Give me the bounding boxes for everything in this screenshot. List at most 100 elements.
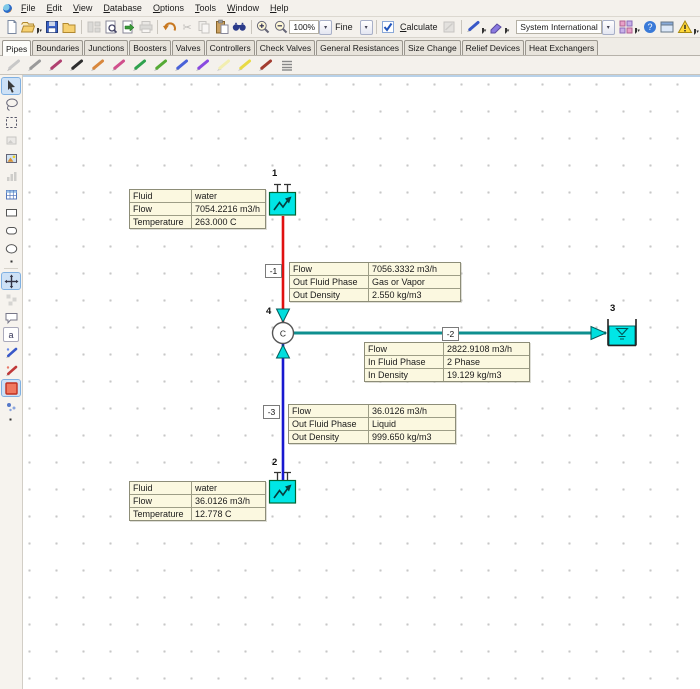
pen-gray-icon[interactable] [26, 58, 43, 73]
eraser-icon[interactable] [488, 19, 511, 36]
node-1-data-table[interactable]: Fluidwater Flow7054.2216 m3/h Temperatur… [129, 189, 266, 229]
pen-list-icon[interactable] [278, 58, 295, 73]
tab-controllers[interactable]: Controllers [206, 40, 255, 55]
calculate-button[interactable]: Calculate [397, 22, 441, 32]
select-cursor-icon[interactable] [2, 78, 20, 94]
grid-options-icon[interactable] [618, 19, 641, 36]
align-icon[interactable] [2, 291, 20, 307]
table-icon[interactable] [2, 186, 20, 202]
zoom-level-select[interactable]: 100% [289, 20, 319, 34]
menu-edit[interactable]: Edit [42, 2, 68, 14]
tab-heat-exchangers[interactable]: Heat Exchangers [525, 40, 598, 55]
node-4-label[interactable]: 4 [266, 306, 271, 317]
tab-pipes[interactable]: Pipes [2, 40, 31, 56]
draw-pen-icon[interactable] [465, 19, 488, 36]
menu-database[interactable]: Database [98, 2, 147, 14]
pen-silver-icon[interactable] [5, 58, 22, 73]
pipe-3-data-table[interactable]: Flow36.0126 m3/h Out Fluid PhaseLiquid O… [288, 404, 456, 444]
draw-pen-red-icon[interactable] [2, 362, 20, 378]
quality-dropdown-icon[interactable] [360, 20, 373, 35]
pipe-2-data-table[interactable]: Flow2822.9108 m3/h In Fluid Phase2 Phase… [364, 342, 530, 382]
menu-view[interactable]: View [68, 2, 97, 14]
paste-icon[interactable] [213, 19, 230, 36]
cut-icon[interactable] [179, 19, 196, 36]
results-icon[interactable] [440, 19, 457, 36]
warnings-icon[interactable] [676, 19, 693, 36]
pipe-2-label[interactable]: -2 [442, 327, 459, 341]
point-icon[interactable] [2, 258, 20, 264]
tab-junctions[interactable]: Junctions [84, 40, 128, 55]
pen-orange-icon[interactable] [89, 58, 106, 73]
node-3-label[interactable]: 3 [610, 303, 615, 314]
print-preview-icon[interactable] [102, 19, 119, 36]
image-small-icon[interactable] [2, 132, 20, 148]
lasso-icon[interactable] [2, 96, 20, 112]
menu-options[interactable]: Options [148, 2, 189, 14]
pen-crimson-icon[interactable] [47, 58, 64, 73]
eraser-dropdown-icon[interactable] [505, 28, 511, 34]
point-small-icon[interactable] [2, 416, 20, 422]
zoom-level-dropdown-icon[interactable] [319, 20, 332, 35]
pen-yellow-icon[interactable] [236, 58, 253, 73]
help-icon[interactable]: ? [641, 19, 658, 36]
undo-icon[interactable] [161, 19, 178, 36]
tank-node-3[interactable] [608, 319, 636, 346]
boundary-node-1[interactable] [270, 185, 296, 216]
pipe-3-label[interactable]: -3 [263, 405, 280, 419]
node-1-label[interactable]: 1 [272, 168, 277, 179]
menu-help[interactable]: Help [265, 2, 294, 14]
pen-violet-icon[interactable] [194, 58, 211, 73]
pen-green-icon[interactable] [131, 58, 148, 73]
node-2-label[interactable]: 2 [272, 457, 277, 468]
find-icon[interactable] [230, 19, 247, 36]
chart-icon[interactable] [2, 168, 20, 184]
menu-window[interactable]: Window [222, 2, 264, 14]
node-2-data-table[interactable]: Fluidwater Flow36.0126 m3/h Temperature1… [129, 481, 266, 521]
tab-boundaries[interactable]: Boundaries [32, 40, 83, 55]
color-swatch-icon[interactable] [2, 380, 20, 396]
rectangle-icon[interactable] [2, 204, 20, 220]
pipe-1-label[interactable]: -1 [265, 264, 282, 278]
move-icon[interactable] [2, 273, 20, 289]
group-points-icon[interactable] [2, 398, 20, 414]
save-icon[interactable] [43, 19, 60, 36]
pipe-1-data-table[interactable]: Flow7056.3332 m3/h Out Fluid PhaseGas or… [289, 262, 461, 302]
selection-frame-icon[interactable] [2, 114, 20, 130]
tab-check-valves[interactable]: Check Valves [256, 40, 315, 55]
junction-node-4[interactable]: C [273, 323, 294, 344]
copy-icon[interactable] [196, 19, 213, 36]
pen-pink-icon[interactable] [110, 58, 127, 73]
print-icon[interactable] [137, 19, 154, 36]
menu-tools[interactable]: Tools [190, 2, 221, 14]
zoom-in-icon[interactable] [255, 19, 272, 36]
warnings-dropdown-icon[interactable] [694, 29, 700, 35]
new-icon[interactable] [3, 19, 20, 36]
tab-general-resistances[interactable]: General Resistances [316, 40, 403, 55]
comment-icon[interactable] [2, 309, 20, 325]
menu-file[interactable]: File [16, 2, 41, 14]
tab-relief-devices[interactable]: Relief Devices [462, 40, 524, 55]
drawing-canvas[interactable]: C 1 [23, 75, 700, 689]
units-dropdown-icon[interactable] [602, 20, 615, 35]
rounded-rectangle-icon[interactable] [2, 222, 20, 238]
pen-dark-red-icon[interactable] [257, 58, 274, 73]
folder-icon[interactable] [61, 19, 78, 36]
pen-lime-icon[interactable] [152, 58, 169, 73]
open-icon[interactable] [20, 19, 43, 36]
image-icon[interactable] [2, 150, 20, 166]
ellipse-icon[interactable] [2, 240, 20, 256]
layout-icon[interactable] [85, 19, 102, 36]
pen-black-icon[interactable] [68, 58, 85, 73]
tab-size-change[interactable]: Size Change [404, 40, 461, 55]
pen-pale-yellow-icon[interactable] [215, 58, 232, 73]
calculate-check-icon[interactable] [380, 19, 397, 36]
panels-icon[interactable] [659, 19, 676, 36]
tab-boosters[interactable]: Boosters [129, 40, 171, 55]
text-icon[interactable] [3, 327, 19, 342]
draw-pen-blue-icon[interactable] [2, 344, 20, 360]
pen-blue-icon[interactable] [173, 58, 190, 73]
zoom-out-icon[interactable] [272, 19, 289, 36]
units-select[interactable]: System International [516, 20, 601, 34]
export-icon[interactable] [120, 19, 137, 36]
tab-valves[interactable]: Valves [172, 40, 205, 55]
